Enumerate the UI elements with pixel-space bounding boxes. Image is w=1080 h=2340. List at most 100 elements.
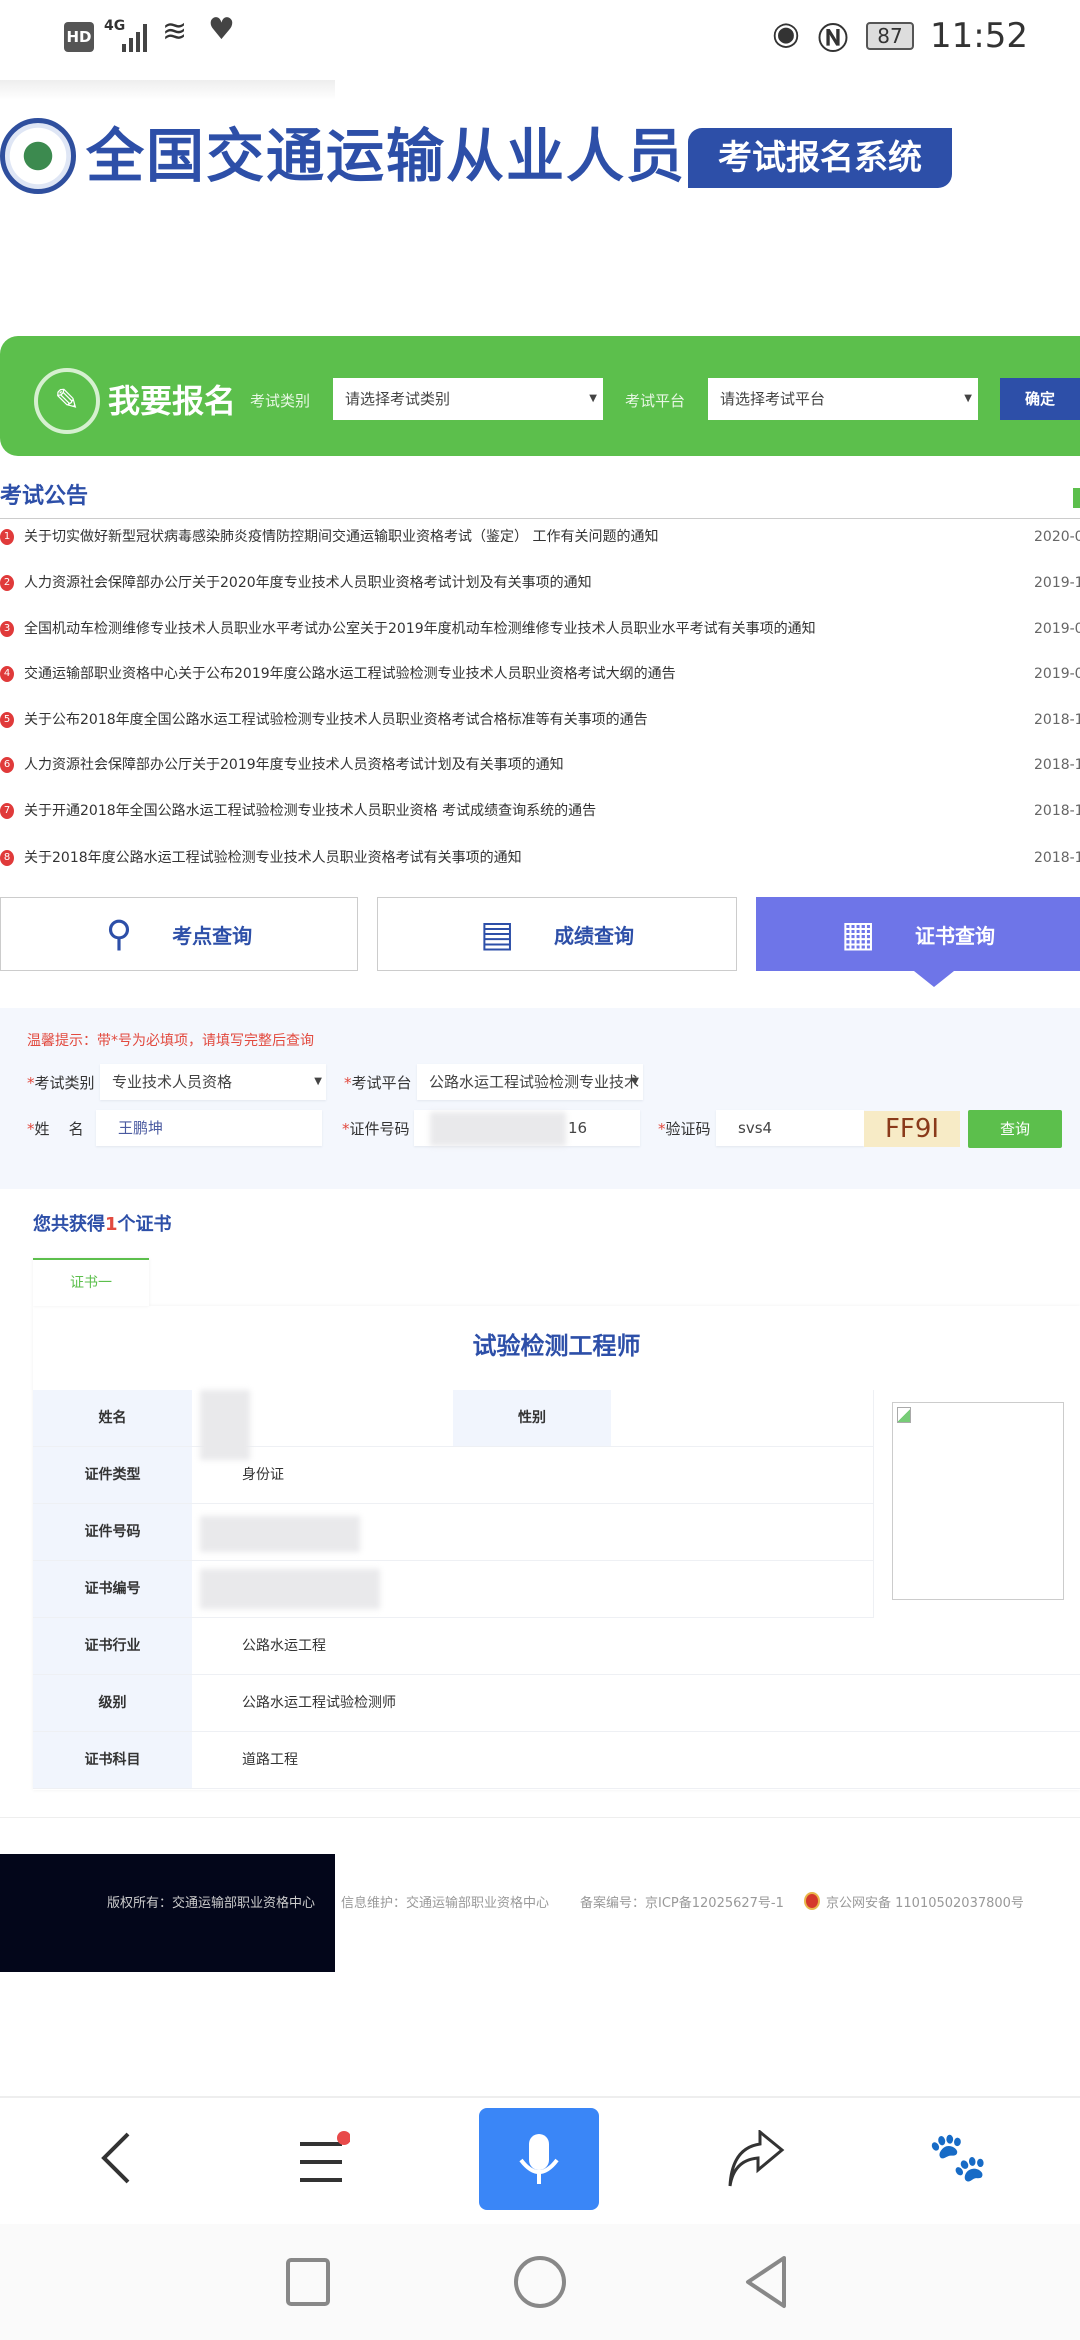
home-icon[interactable] xyxy=(512,2254,568,2310)
notice-date: 2018-1 xyxy=(1034,803,1080,819)
label-name: 姓名 xyxy=(33,1390,192,1447)
notice-title[interactable]: 全国机动车检测维修专业技术人员职业水平考试办公室关于2019年度机动车检测维修专… xyxy=(24,614,816,644)
value-industry: 公路水运工程 xyxy=(192,1618,1080,1675)
voice-search-button[interactable] xyxy=(479,2108,599,2210)
notice-title[interactable]: 关于2018年度公路水运工程试验检测专业技术人员职业资格考试有关事项的通知 xyxy=(24,843,522,873)
menu-icon[interactable] xyxy=(296,2130,350,2186)
value-name xyxy=(192,1390,453,1460)
platform-field-label: *考试平台 xyxy=(344,1074,412,1092)
notice-number: 3 xyxy=(0,621,14,637)
notice-title[interactable]: 人力资源社会保障部办公厅关于2019年度专业技术人员资格考试计划及有关事项的通知 xyxy=(24,750,564,780)
certificate-photo xyxy=(892,1402,1064,1600)
dropdown-arrow-icon: ▼ xyxy=(589,393,597,404)
notice-date: 2019-0 xyxy=(1034,666,1080,682)
notice-item[interactable]: 2 人力资源社会保障部办公厅关于2020年度专业技术人员职业资格考试计划及有关事项… xyxy=(0,568,1080,598)
notice-number: 4 xyxy=(0,666,14,682)
more-marker[interactable] xyxy=(1073,488,1080,508)
site-subtitle-badge: 考试报名系统 xyxy=(688,128,952,188)
clock: 11:52 xyxy=(930,16,1028,56)
footer-copyright: 版权所有：交通运输部职业资格中心 xyxy=(107,1896,316,1911)
tab-label: 证书查询 xyxy=(915,923,995,948)
heart-rate-icon: ♥ xyxy=(208,12,235,47)
label-subject: 证书科目 xyxy=(33,1732,192,1789)
notice-title[interactable]: 关于开通2018年全国公路水运工程试验检测专业技术人员职业资格 考试成绩查询系统… xyxy=(24,796,596,826)
name-input[interactable]: 王鹏坤 xyxy=(96,1110,322,1146)
table-row: 级别 公路水运工程试验检测师 xyxy=(33,1675,1080,1732)
notice-item[interactable]: 4 交通运输部职业资格中心关于公布2019年度公路水运工程试验检测专业技术人员职业… xyxy=(0,659,1080,689)
platform-placeholder: 请选择考试平台 xyxy=(720,390,826,408)
notice-item[interactable]: 3 全国机动车检测维修专业技术人员职业水平考试办公室关于2019年度机动车检测维修… xyxy=(0,614,1080,644)
system-back-icon[interactable] xyxy=(744,2254,788,2310)
category-placeholder: 请选择考试类别 xyxy=(345,390,451,408)
notice-item[interactable]: 7 关于开通2018年全国公路水运工程试验检测专业技术人员职业资格 考试成绩查询系… xyxy=(0,796,1080,826)
platform-select[interactable]: 请选择考试平台 ▼ xyxy=(708,378,978,420)
table-row: 证书科目 道路工程 xyxy=(33,1732,1080,1789)
certificate-title: 试验检测工程师 xyxy=(472,1332,641,1360)
battery-icon: 87 xyxy=(866,22,914,50)
dark-overlay-block xyxy=(0,1854,335,1972)
microphone-icon xyxy=(519,2134,559,2184)
notice-item[interactable]: 1 关于切实做好新型冠状病毒感染肺炎疫情防控期间交通运输职业资格考试（鉴定） 工作… xyxy=(0,522,1080,552)
tab-label: 考点查询 xyxy=(172,923,253,948)
table-row: 证书行业 公路水运工程 xyxy=(33,1618,1080,1675)
query-button[interactable]: 查询 xyxy=(968,1110,1062,1148)
hd-icon: HD xyxy=(64,22,94,52)
notices-heading: 考试公告 xyxy=(0,484,89,509)
notice-number: 5 xyxy=(0,712,14,728)
notice-number: 7 xyxy=(0,803,14,819)
captcha-input[interactable]: svs4 xyxy=(716,1110,864,1146)
divider xyxy=(873,1390,874,1618)
category-field-label: *考试类别 xyxy=(27,1074,95,1092)
tab-score-query[interactable]: ▤ 成绩查询 xyxy=(377,897,737,971)
captcha-image[interactable]: FF9I xyxy=(864,1111,960,1147)
notice-item[interactable]: 6 人力资源社会保障部办公厅关于2019年度专业技术人员资格考试计划及有关事项的通… xyxy=(0,750,1080,780)
category-select[interactable]: 请选择考试类别 ▼ xyxy=(333,378,603,420)
signup-title: 我要报名 xyxy=(108,382,237,420)
captcha-field-label: *验证码 xyxy=(658,1120,711,1138)
site-title: 全国交通运输从业人员 xyxy=(86,122,687,190)
active-tab-pointer xyxy=(914,971,954,987)
back-icon[interactable] xyxy=(96,2130,136,2186)
notice-item[interactable]: 5 关于公布2018年度全国公路水运工程试验检测专业技术人员职业资格考试合格标准等… xyxy=(0,705,1080,735)
redacted-id xyxy=(430,1112,566,1146)
notice-title[interactable]: 交通运输部职业资格中心关于公布2019年度公路水运工程试验检测专业技术人员职业资… xyxy=(24,659,676,689)
category-field[interactable]: 专业技术人员资格 ▼ xyxy=(100,1064,326,1100)
notice-title[interactable]: 关于切实做好新型冠状病毒感染肺炎疫情防控期间交通运输职业资格考试（鉴定） 工作有… xyxy=(24,522,658,552)
divider xyxy=(0,518,1080,519)
label-level: 级别 xyxy=(33,1675,192,1732)
notice-item[interactable]: 8 关于2018年度公路水运工程试验检测专业技术人员职业资格考试有关事项的通知 20… xyxy=(0,843,1080,873)
notice-number: 8 xyxy=(0,850,14,866)
dropdown-arrow-icon: ▼ xyxy=(631,1076,639,1087)
notice-number: 1 xyxy=(0,529,14,545)
eye-icon: ◉ xyxy=(772,14,800,52)
platform-label: 考试平台 xyxy=(625,392,686,410)
tab-certificate-1[interactable]: 证书一 xyxy=(33,1258,149,1306)
police-emblem-icon xyxy=(804,1892,820,1910)
value-level: 公路水运工程试验检测师 xyxy=(192,1675,1080,1732)
footer-police-record[interactable]: 京公网安备 11010502037800号 xyxy=(826,1892,1024,1911)
wifi-icon: ≋ xyxy=(162,14,188,49)
notice-date: 2019-1 xyxy=(1034,575,1080,591)
notice-date: 2019-0 xyxy=(1034,621,1080,637)
recent-apps-icon[interactable] xyxy=(284,2256,332,2308)
confirm-button[interactable]: 确定 xyxy=(1000,378,1080,420)
result-count: 您共获得1个证书 xyxy=(33,1214,172,1235)
footer-icp[interactable]: 备案编号：京ICP备12025627号-1 xyxy=(580,1892,784,1911)
platform-field[interactable]: 公路水运工程试验检测专业技术 ▼ xyxy=(417,1064,643,1100)
tab-certificate-query[interactable]: ▦ 证书查询 xyxy=(756,897,1080,971)
name-field-label: *姓 名 xyxy=(27,1120,84,1138)
share-icon[interactable] xyxy=(726,2130,786,2190)
notice-date: 2020-0 xyxy=(1034,529,1080,545)
tab-exam-site-query[interactable]: ⚲ 考点查询 xyxy=(0,897,358,971)
form-hint: 温馨提示：带*号为必填项，请填写完整后查询 xyxy=(27,1033,314,1049)
baidu-icon[interactable]: 🐾 xyxy=(928,2128,988,2185)
label-id-number: 证件号码 xyxy=(33,1504,192,1561)
notice-title[interactable]: 关于公布2018年度全国公路水运工程试验检测专业技术人员职业资格考试合格标准等有… xyxy=(24,705,648,735)
notice-date: 2018-1 xyxy=(1034,712,1080,728)
id-field-label: *证件号码 xyxy=(342,1120,410,1138)
nfc-icon: Ⓝ xyxy=(818,22,848,57)
label-id-type: 证件类型 xyxy=(33,1447,192,1504)
value-id-number xyxy=(192,1504,873,1561)
notice-title[interactable]: 人力资源社会保障部办公厅关于2020年度专业技术人员职业资格考试计划及有关事项的… xyxy=(24,568,592,598)
value-subject: 道路工程 xyxy=(192,1732,1080,1789)
